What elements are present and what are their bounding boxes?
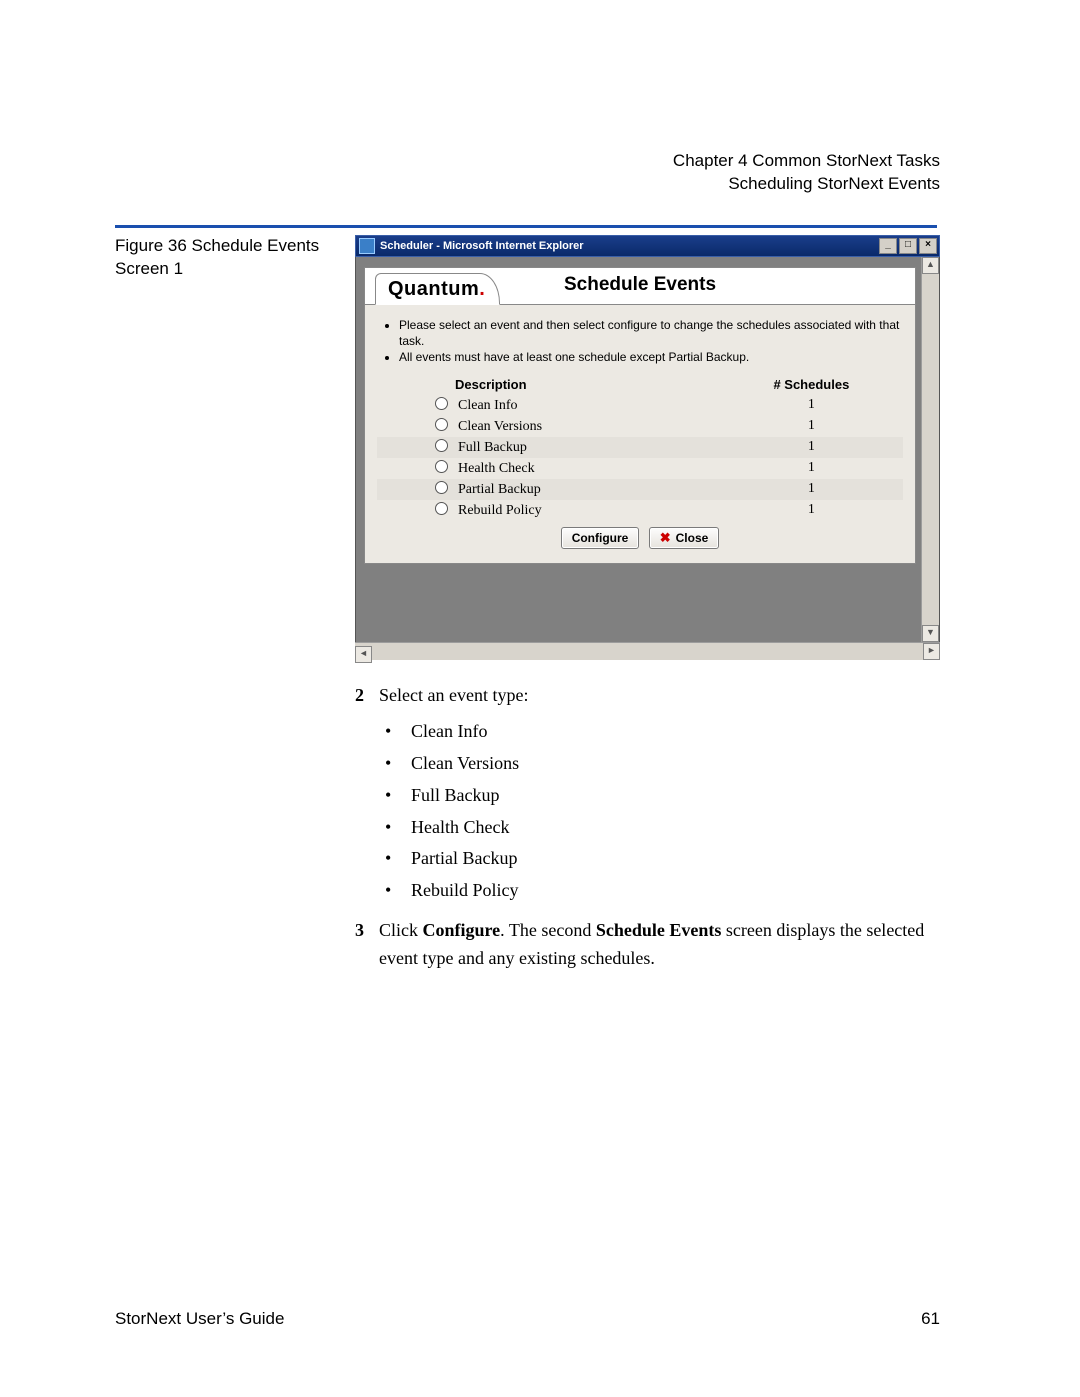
ie-icon (359, 238, 375, 254)
window-titlebar: Scheduler - Microsoft Internet Explorer … (355, 235, 940, 257)
row-count: 1 (720, 500, 903, 521)
row-count: 1 (720, 437, 903, 458)
col-schedules: # Schedules (720, 374, 903, 395)
body-text: 2 Select an event type: Clean Info Clean… (355, 682, 935, 979)
horizontal-scrollbar[interactable]: ◄ ► (355, 642, 940, 660)
col-description: Description (377, 374, 720, 395)
instruction-1: Please select an event and then select c… (399, 317, 903, 349)
table-row: Clean Versions 1 (377, 416, 903, 437)
figure-caption: Figure 36 Schedule Events Screen 1 (115, 235, 335, 281)
row-label: Clean Versions (458, 419, 542, 434)
client-area: Schedule Events Quantum. Please select a… (355, 257, 940, 642)
brand-dot: . (479, 278, 485, 300)
table-header-row: Description # Schedules (377, 374, 903, 395)
close-button[interactable]: ✖Close (649, 527, 720, 549)
table-row: Partial Backup 1 (377, 479, 903, 500)
event-type-item: Partial Backup (385, 845, 935, 873)
scroll-right-icon[interactable]: ► (923, 643, 940, 660)
events-table: Description # Schedules Clean Info 1 Cle… (377, 374, 903, 521)
maximize-button[interactable]: □ (899, 238, 917, 254)
button-row: Configure ✖Close (377, 527, 903, 549)
section-rule (115, 225, 937, 228)
scroll-up-icon[interactable]: ▲ (922, 257, 939, 274)
header-line-2: Scheduling StorNext Events (673, 173, 940, 196)
step-3: 3 Click Configure. The second Schedule E… (355, 917, 935, 973)
row-count: 1 (720, 416, 903, 437)
radio-icon[interactable] (435, 460, 448, 473)
step-2: 2 Select an event type: (355, 682, 935, 710)
scroll-down-icon[interactable]: ▼ (922, 625, 939, 642)
row-label: Health Check (458, 461, 535, 476)
step-body: Click Configure. The second Schedule Eve… (379, 917, 935, 973)
event-types-list: Clean Info Clean Versions Full Backup He… (355, 718, 935, 905)
table-row: Full Backup 1 (377, 437, 903, 458)
radio-icon[interactable] (435, 418, 448, 431)
step-number: 3 (355, 917, 379, 973)
minimize-button[interactable]: _ (879, 238, 897, 254)
radio-icon[interactable] (435, 502, 448, 515)
panel-tabrow: Schedule Events Quantum. (365, 268, 915, 305)
close-x-icon: ✖ (660, 530, 671, 546)
event-type-item: Health Check (385, 814, 935, 842)
brand-logo: Quantum. (388, 278, 485, 301)
step-number: 2 (355, 682, 379, 710)
brand-text: Quantum (388, 278, 479, 300)
scroll-left-icon[interactable]: ◄ (355, 646, 372, 663)
brand-tab: Quantum. (375, 273, 500, 305)
page-header: Chapter 4 Common StorNext Tasks Scheduli… (673, 150, 940, 196)
row-label: Rebuild Policy (458, 503, 542, 518)
event-type-item: Clean Info (385, 718, 935, 746)
event-type-item: Full Backup (385, 782, 935, 810)
window-title: Scheduler - Microsoft Internet Explorer (378, 240, 877, 252)
screenshot-window: Scheduler - Microsoft Internet Explorer … (355, 235, 940, 660)
step-body: Select an event type: (379, 682, 935, 710)
radio-icon[interactable] (435, 481, 448, 494)
row-count: 1 (720, 458, 903, 479)
table-row: Rebuild Policy 1 (377, 500, 903, 521)
schedule-events-panel: Schedule Events Quantum. Please select a… (364, 267, 916, 564)
panel-body: Please select an event and then select c… (365, 305, 915, 563)
event-type-item: Rebuild Policy (385, 877, 935, 905)
row-count: 1 (720, 395, 903, 416)
row-count: 1 (720, 479, 903, 500)
footer-page-number: 61 (921, 1309, 940, 1329)
radio-icon[interactable] (435, 397, 448, 410)
instruction-2: All events must have at least one schedu… (399, 349, 903, 365)
row-label: Partial Backup (458, 482, 541, 497)
event-type-item: Clean Versions (385, 750, 935, 778)
row-label: Clean Info (458, 398, 517, 413)
row-label: Full Backup (458, 440, 527, 455)
table-row: Clean Info 1 (377, 395, 903, 416)
close-window-button[interactable]: × (919, 238, 937, 254)
radio-icon[interactable] (435, 439, 448, 452)
page: Chapter 4 Common StorNext Tasks Scheduli… (0, 0, 1080, 1397)
vertical-scrollbar[interactable]: ▲ ▼ (921, 257, 939, 642)
footer-guide-title: StorNext User’s Guide (115, 1309, 284, 1329)
window-buttons: _ □ × (877, 238, 937, 254)
instructions-list: Please select an event and then select c… (399, 317, 903, 366)
table-row: Health Check 1 (377, 458, 903, 479)
header-line-1: Chapter 4 Common StorNext Tasks (673, 150, 940, 173)
configure-button[interactable]: Configure (561, 527, 640, 549)
